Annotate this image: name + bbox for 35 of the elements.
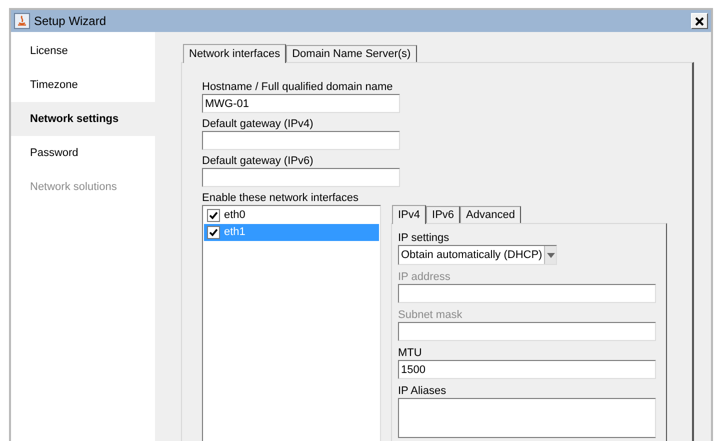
tab[interactable]: Advanced	[460, 206, 521, 223]
field-label: IP Aliases	[398, 384, 448, 398]
window-title: Setup Wizard	[34, 13, 106, 30]
tab[interactable]: Network interfaces	[183, 44, 286, 63]
app-icon	[14, 13, 30, 29]
field-label: IP address	[398, 270, 452, 284]
sidebar-item[interactable]: Password	[11, 136, 155, 170]
field-label: Hostname / Full qualified domain name	[202, 80, 394, 94]
sidebar-item[interactable]: Timezone	[11, 68, 155, 102]
field-label: Default gateway (IPv4)	[202, 117, 314, 131]
field-label: IP settings	[398, 231, 450, 245]
sidebar-item[interactable]: Network settings	[11, 102, 155, 136]
checkbox[interactable]	[207, 226, 220, 239]
caret-icon	[544, 246, 556, 264]
tab[interactable]: IPv6	[426, 206, 460, 223]
field-label: MTU	[398, 346, 423, 360]
field-label: Enable these network interfaces	[202, 191, 360, 205]
dropdown-value: Obtain automatically (DHCP)	[400, 248, 544, 263]
input-field[interactable]: 1500	[398, 360, 656, 379]
input-field[interactable]	[202, 131, 400, 150]
input-field[interactable]: MWG-01	[202, 94, 400, 113]
interface-item[interactable]: eth0	[204, 207, 379, 224]
tab[interactable]: IPv4	[392, 205, 426, 224]
close-icon	[695, 16, 704, 26]
field-label: Default gateway (IPv6)	[202, 154, 314, 168]
interface-name: eth0	[224, 208, 246, 224]
field-label: Subnet mask	[398, 308, 464, 322]
interface-name: eth1	[224, 225, 246, 240]
sidebar-item[interactable]: License	[11, 34, 155, 68]
input-field[interactable]	[202, 168, 400, 187]
tab[interactable]: Domain Name Server(s)	[286, 45, 417, 62]
dropdown[interactable]: Obtain automatically (DHCP)	[398, 245, 557, 265]
checkbox[interactable]	[207, 209, 220, 222]
text-area[interactable]	[398, 398, 656, 438]
close-button[interactable]	[691, 13, 708, 29]
